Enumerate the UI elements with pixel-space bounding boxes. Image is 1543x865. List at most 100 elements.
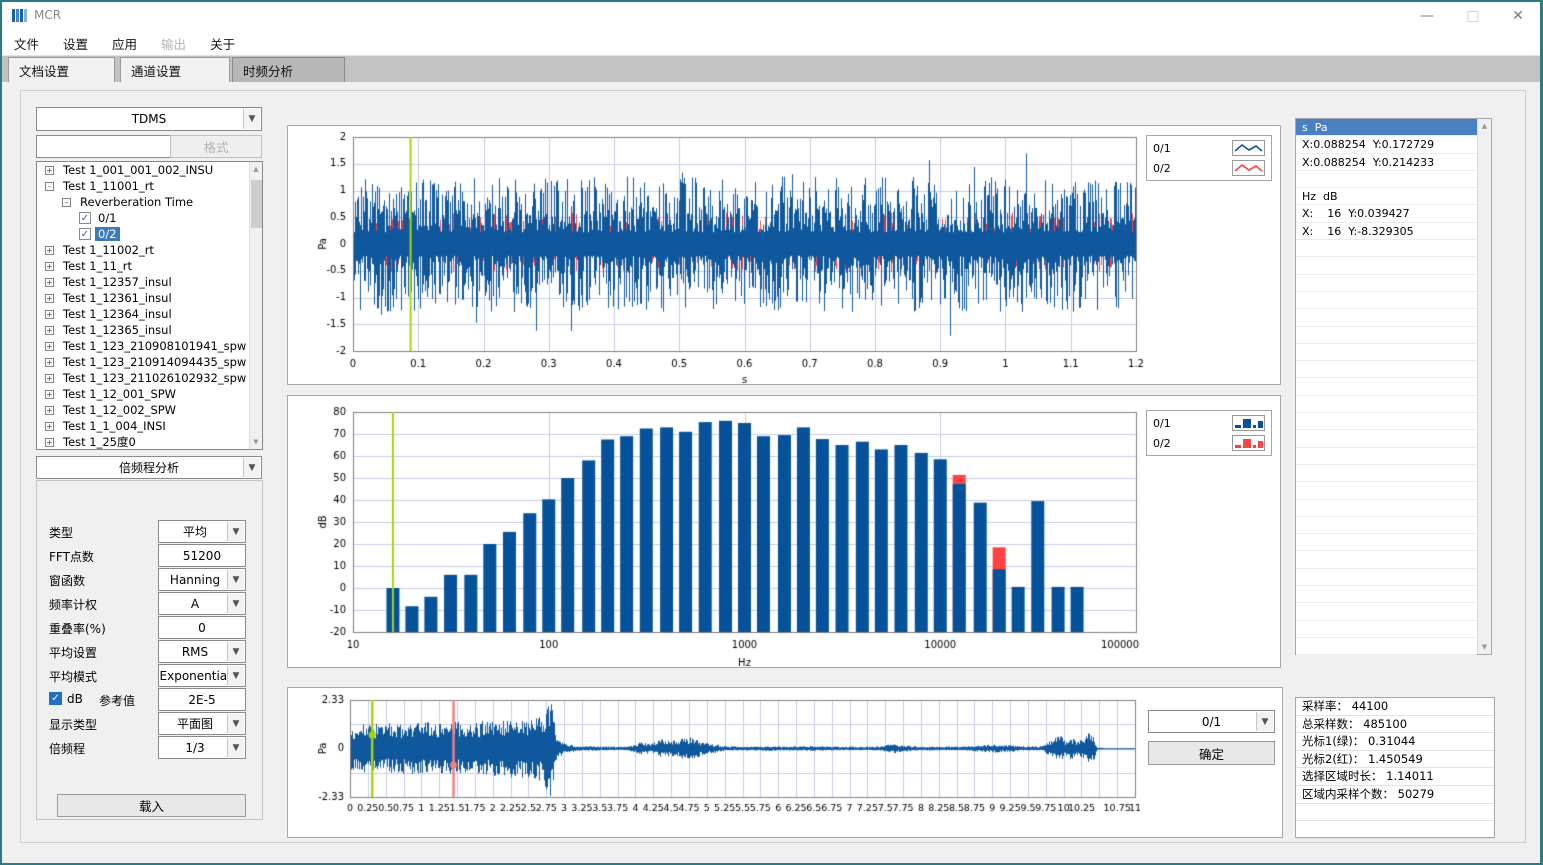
expand-icon[interactable]: +	[45, 406, 54, 415]
form-select-显示类型[interactable]: 平面图▼	[158, 712, 246, 735]
reference-value-input[interactable]: 2E-5	[158, 688, 246, 711]
cursor-list-row[interactable]	[1296, 500, 1477, 517]
expand-icon[interactable]: +	[45, 390, 54, 399]
tab-文档设置[interactable]: 文档设置	[8, 57, 115, 82]
cursor-list-row[interactable]	[1296, 569, 1477, 586]
tree-item[interactable]: +Test 1_001_001_002_INSU	[37, 162, 262, 178]
expand-icon[interactable]: +	[45, 438, 54, 447]
tab-通道设置[interactable]: 通道设置	[120, 57, 230, 82]
cursor-list-row[interactable]	[1296, 257, 1477, 274]
cursor-list-row[interactable]: X:0.088254 Y:0.214233	[1296, 154, 1477, 171]
form-select-倍频程[interactable]: 1/3▼	[158, 736, 246, 759]
expand-icon[interactable]: +	[45, 422, 54, 431]
scroll-up-icon[interactable]: ▲	[250, 162, 262, 176]
tree-item[interactable]: +Test 1_12357_insul	[37, 274, 262, 290]
cursor-list-row[interactable]	[1296, 344, 1477, 361]
load-button[interactable]: 载入	[57, 794, 246, 817]
scroll-down-icon[interactable]: ▼	[1478, 640, 1491, 654]
cursor-list-row[interactable]	[1296, 171, 1477, 188]
expand-icon[interactable]: +	[45, 246, 54, 255]
tab-时频分析[interactable]: 时频分析	[232, 57, 345, 82]
cursor-list-row[interactable]	[1296, 430, 1477, 447]
form-select-平均设置[interactable]: RMS▼	[158, 640, 246, 663]
cursor-list-row[interactable]	[1296, 361, 1477, 378]
cursor-list-row[interactable]	[1296, 586, 1477, 603]
cursor-list-row[interactable]: X: 16 Y:-8.329305	[1296, 223, 1477, 240]
cursor-list-row[interactable]	[1296, 517, 1477, 534]
menu-item-关于[interactable]: 关于	[210, 34, 235, 53]
tree-item[interactable]: -Reverberation Time	[37, 194, 262, 210]
cursor-list-row[interactable]	[1296, 465, 1477, 482]
menu-item-输出[interactable]: 输出	[161, 34, 186, 53]
menu-item-应用[interactable]: 应用	[112, 34, 137, 53]
spectrum-chart[interactable]	[288, 396, 1280, 667]
expand-icon[interactable]: +	[45, 294, 54, 303]
tree-item[interactable]: +Test 1_1_004_INSI	[37, 418, 262, 434]
channel-combo[interactable]: 0/1 ▼	[1148, 710, 1275, 733]
cursor-list-row[interactable]	[1296, 309, 1477, 326]
form-input-重叠率(%)[interactable]: 0	[158, 616, 246, 639]
cursor-list-row[interactable]	[1296, 275, 1477, 292]
analysis-type-combo[interactable]: 倍频程分析 ▼	[36, 456, 262, 479]
form-input-FFT点数[interactable]: 51200	[158, 544, 246, 567]
cursor-list-scrollbar[interactable]: ▲ ▼	[1477, 119, 1491, 654]
menu-item-文件[interactable]: 文件	[14, 34, 39, 53]
expand-icon[interactable]: +	[45, 374, 54, 383]
tree-item[interactable]: +Test 1_12_002_SPW	[37, 402, 262, 418]
collapse-icon[interactable]: -	[62, 198, 71, 207]
tree-item[interactable]: +Test 1_11002_rt	[37, 242, 262, 258]
tree-item[interactable]: +Test 1_12364_insul	[37, 306, 262, 322]
file-format-combo[interactable]: TDMS ▼	[36, 107, 262, 131]
tree-checkbox[interactable]: ✓	[79, 212, 91, 224]
cursor-list-row[interactable]	[1296, 621, 1477, 638]
cursor-list-row[interactable]	[1296, 327, 1477, 344]
expand-icon[interactable]: +	[45, 342, 54, 351]
tree-item[interactable]: +Test 1_11_rt	[37, 258, 262, 274]
close-button[interactable]: ✕	[1495, 0, 1541, 31]
cursor-list-row[interactable]	[1296, 240, 1477, 257]
cursor-list-row[interactable]	[1296, 551, 1477, 568]
minimize-button[interactable]: —	[1404, 0, 1450, 31]
legend-row[interactable]: 0/2	[1147, 433, 1271, 453]
cursor-list-header[interactable]: s Pa	[1296, 119, 1477, 136]
cursor-list-row[interactable]: Hz dB	[1296, 188, 1477, 205]
menu-item-设置[interactable]: 设置	[63, 34, 88, 53]
tree-item[interactable]: +Test 1_12361_insul	[37, 290, 262, 306]
cursor-list-row[interactable]: X:0.088254 Y:0.172729	[1296, 136, 1477, 153]
confirm-button[interactable]: 确定	[1148, 741, 1275, 765]
cursor-list-row[interactable]	[1296, 482, 1477, 499]
expand-icon[interactable]: +	[45, 326, 54, 335]
tree-item[interactable]: +Test 1_12_001_SPW	[37, 386, 262, 402]
db-checkbox[interactable]: ✓	[49, 692, 62, 705]
tree-scrollbar[interactable]: ▲ ▼	[249, 162, 262, 449]
tree-item[interactable]: +Test 1_123_210908101941_spw	[37, 338, 262, 354]
cursor-list-row[interactable]	[1296, 413, 1477, 430]
form-select-窗函数[interactable]: Hanning▼	[158, 568, 246, 591]
cursor-list-row[interactable]	[1296, 534, 1477, 551]
legend-row[interactable]: 0/1	[1147, 138, 1271, 158]
tree-item[interactable]: ✓0/1	[37, 210, 262, 226]
cursor-list-row[interactable]	[1296, 292, 1477, 309]
expand-icon[interactable]: +	[45, 262, 54, 271]
record-overview-chart[interactable]	[288, 688, 1282, 837]
form-select-频率计权[interactable]: A▼	[158, 592, 246, 615]
legend-row[interactable]: 0/1	[1147, 413, 1271, 433]
expand-icon[interactable]: +	[45, 358, 54, 367]
filter-input[interactable]	[36, 135, 171, 158]
tree-item[interactable]: +Test 1_123_210914094435_spw	[37, 354, 262, 370]
form-select-类型[interactable]: 平均▼	[158, 520, 246, 543]
scroll-down-icon[interactable]: ▼	[250, 435, 262, 449]
time-waveform-chart[interactable]	[288, 126, 1280, 384]
form-select-平均模式[interactable]: Exponential▼	[158, 664, 246, 687]
tree-checkbox[interactable]: ✓	[79, 228, 91, 240]
tree-item[interactable]: +Test 1_12365_insul	[37, 322, 262, 338]
tree-item[interactable]: +Test 1_123_211026102932_spw	[37, 370, 262, 386]
cursor-list-row[interactable]: X: 16 Y:0.039427	[1296, 205, 1477, 222]
tree-item[interactable]: -Test 1_11001_rt	[37, 178, 262, 194]
cursor-list-row[interactable]	[1296, 448, 1477, 465]
collapse-icon[interactable]: -	[45, 182, 54, 191]
scroll-up-icon[interactable]: ▲	[1478, 119, 1491, 133]
cursor-list-row[interactable]	[1296, 378, 1477, 395]
expand-icon[interactable]: +	[45, 278, 54, 287]
tree-item[interactable]: +Test 1_25度0	[37, 434, 262, 450]
